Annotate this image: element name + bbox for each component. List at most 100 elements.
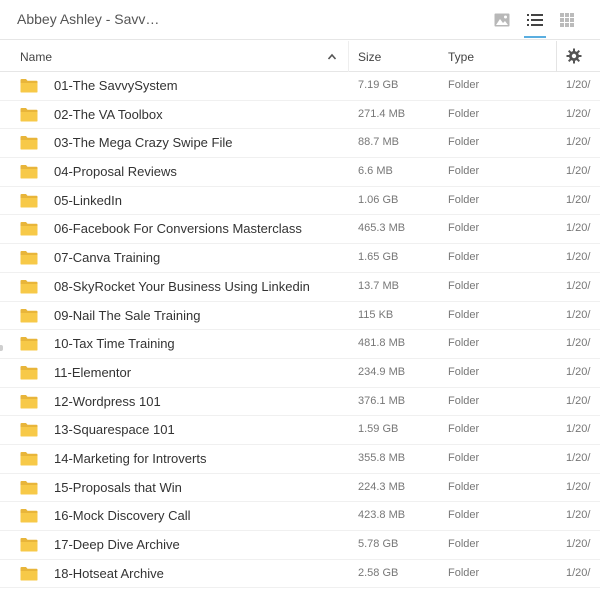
file-date: 1/20/	[566, 394, 591, 407]
file-name[interactable]: 12-Wordpress 101	[54, 394, 161, 409]
file-type: Folder	[448, 451, 480, 464]
file-date: 1/20/	[566, 107, 591, 120]
sort-ascending-icon[interactable]	[327, 52, 337, 62]
file-row[interactable]: 08-SkyRocket Your Business Using Linkedi…	[0, 273, 600, 302]
file-date: 1/20/	[566, 451, 591, 464]
file-name[interactable]: 17-Deep Dive Archive	[54, 537, 180, 552]
file-name[interactable]: 13-Squarespace 101	[54, 422, 175, 437]
folder-icon	[20, 79, 38, 93]
folder-icon	[20, 538, 38, 552]
file-list: 01-The SavvySystem 7.19 GB Folder 1/20/02-T…	[0, 72, 600, 589]
file-date: 1/20/	[566, 480, 591, 493]
file-name[interactable]: 03-The Mega Crazy Swipe File	[54, 135, 232, 150]
file-type: Folder	[448, 136, 480, 149]
file-type: Folder	[448, 222, 480, 235]
folder-icon	[20, 165, 38, 179]
file-date: 1/20/	[566, 365, 591, 378]
file-row[interactable]: 13-Squarespace 101 1.59 GB Folder 1/20/	[0, 416, 600, 445]
folder-icon	[20, 308, 38, 322]
grid-view-button[interactable]	[555, 8, 579, 32]
file-date: 1/20/	[566, 79, 591, 91]
file-name[interactable]: 02-The VA Toolbox	[54, 107, 163, 122]
list-view-button[interactable]	[523, 8, 547, 38]
file-name[interactable]: 15-Proposals that Win	[54, 480, 182, 495]
file-row[interactable]: 17-Deep Dive Archive 5.78 GB Folder 1/20/	[0, 531, 600, 560]
gear-icon[interactable]	[566, 48, 582, 64]
file-row[interactable]: 04-Proposal Reviews 6.6 MB Folder 1/20/	[0, 158, 600, 187]
file-size: 376.1 MB	[358, 394, 406, 407]
file-date: 1/20/	[566, 165, 591, 178]
file-type: Folder	[448, 423, 480, 436]
folder-icon	[20, 480, 38, 495]
file-name[interactable]: 06-Facebook For Conversions Masterclass	[54, 221, 302, 236]
file-name[interactable]: 05-LinkedIn	[54, 193, 122, 208]
file-date: 1/20/	[566, 423, 591, 436]
file-row[interactable]: 12-Wordpress 101 376.1 MB Folder 1/20/	[0, 388, 600, 417]
folder-icon	[20, 107, 38, 122]
file-row[interactable]: 18-Hotseat Archive 2.58 GB Folder 1/20/	[0, 560, 600, 589]
file-row[interactable]: 15-Proposals that Win 224.3 MB Folder 1/20/	[0, 474, 600, 503]
folder-icon	[20, 365, 38, 380]
file-row[interactable]: 10-Tax Time Training 481.8 MB Folder 1/20/	[0, 330, 600, 359]
file-name[interactable]: 04-Proposal Reviews	[54, 164, 177, 179]
file-size: 271.4 MB	[358, 107, 406, 120]
list-view-icon	[527, 14, 543, 26]
file-date: 1/20/	[566, 136, 591, 149]
file-size: 2.58 GB	[358, 566, 399, 579]
breadcrumb[interactable]: Abbey Ashley - Savv…	[17, 11, 159, 27]
file-type: Folder	[448, 107, 480, 120]
file-row[interactable]: 03-The Mega Crazy Swipe File 88.7 MB Folde…	[0, 129, 600, 159]
folder-icon	[20, 423, 38, 437]
file-date: 1/20/	[566, 538, 591, 550]
file-type: Folder	[448, 566, 480, 579]
file-date: 1/20/	[566, 251, 591, 264]
file-date: 1/20/	[566, 222, 591, 235]
folder-icon	[20, 451, 38, 466]
file-row[interactable]: 14-Marketing for Introverts 355.8 MB Folde…	[0, 445, 600, 474]
file-row[interactable]: 05-LinkedIn 1.06 GB Folder 1/20/	[0, 187, 600, 216]
file-name[interactable]: 08-SkyRocket Your Business Using Linkedi…	[54, 279, 310, 294]
file-row[interactable]: 09-Nail The Sale Training 115 KB Folder 1/2…	[0, 302, 600, 331]
file-name[interactable]: 11-Elementor	[54, 365, 131, 380]
file-size: 355.8 MB	[358, 451, 406, 464]
file-type: Folder	[448, 165, 480, 178]
thumbnail-view-button[interactable]	[490, 8, 514, 32]
folder-icon	[20, 279, 38, 294]
file-type: Folder	[448, 538, 480, 550]
column-name-header[interactable]: Name	[20, 50, 52, 64]
file-type: Folder	[448, 279, 480, 292]
file-size: 465.3 MB	[358, 222, 406, 235]
file-row[interactable]: 06-Facebook For Conversions Masterclass 4…	[0, 215, 600, 245]
column-type-header[interactable]: Type	[448, 50, 474, 64]
file-name[interactable]: 01-The SavvySystem	[54, 78, 178, 93]
file-type: Folder	[448, 251, 480, 264]
file-size: 423.8 MB	[358, 509, 406, 522]
folder-icon	[20, 509, 38, 523]
file-size: 1.06 GB	[358, 193, 399, 206]
file-row[interactable]: 01-The SavvySystem 7.19 GB Folder 1/20/	[0, 72, 600, 101]
top-bar: Abbey Ashley - Savv…	[0, 0, 600, 40]
file-name[interactable]: 09-Nail The Sale Training	[54, 308, 200, 323]
file-type: Folder	[448, 337, 480, 350]
grid-view-icon	[560, 13, 574, 27]
file-name[interactable]: 18-Hotseat Archive	[54, 566, 164, 581]
file-size: 481.8 MB	[358, 337, 406, 350]
column-size-header[interactable]: Size	[358, 50, 381, 64]
thumbnail-view-icon	[494, 13, 510, 27]
file-name[interactable]: 14-Marketing for Introverts	[54, 451, 206, 466]
file-name[interactable]: 07-Canva Training	[54, 250, 160, 265]
file-type: Folder	[448, 480, 480, 493]
file-size: 1.65 GB	[358, 251, 399, 264]
file-row[interactable]: 11-Elementor 234.9 MB Folder 1/20/	[0, 359, 600, 388]
file-row[interactable]: 16-Mock Discovery Call 423.8 MB Folder 1/20…	[0, 502, 600, 531]
file-date: 1/20/	[566, 279, 591, 292]
file-size: 5.78 GB	[358, 538, 399, 550]
file-row[interactable]: 07-Canva Training 1.65 GB Folder 1/20/	[0, 244, 600, 273]
file-name[interactable]: 10-Tax Time Training	[54, 336, 175, 351]
file-name[interactable]: 16-Mock Discovery Call	[54, 508, 191, 523]
folder-icon	[20, 222, 38, 236]
file-type: Folder	[448, 509, 480, 522]
file-row[interactable]: 02-The VA Toolbox 271.4 MB Folder 1/20/	[0, 101, 600, 130]
file-size: 13.7 MB	[358, 279, 399, 292]
column-divider	[348, 41, 349, 72]
